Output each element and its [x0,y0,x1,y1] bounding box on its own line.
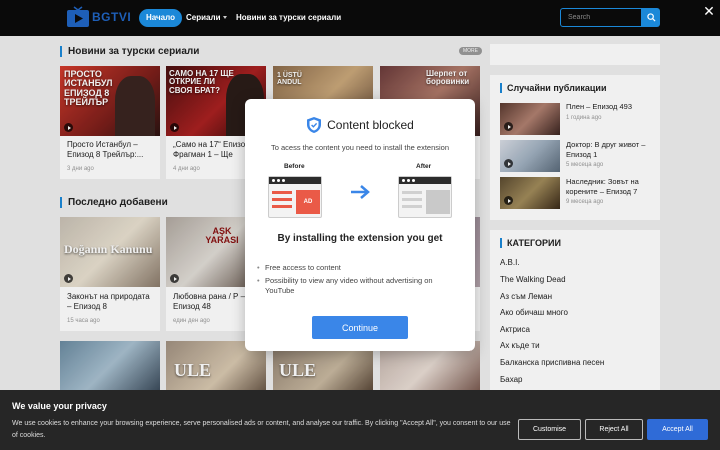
window-dot [282,179,285,182]
ad-block: AD [296,190,320,214]
customise-button[interactable]: Customise [518,419,581,440]
ad-row [272,191,292,194]
modal-header: Content blocked [245,115,475,135]
browser-bar [269,177,321,184]
content-row [402,191,422,194]
after-browser-illustration [398,176,452,218]
window-dot [402,179,405,182]
content-row [402,205,422,208]
content-row [402,198,422,201]
before-browser-illustration: AD [268,176,322,218]
site-logo[interactable]: BGTVI [66,4,131,32]
window-dot [412,179,415,182]
browser-bar [399,177,451,184]
nav-home[interactable]: Начало [139,9,182,27]
nav-news[interactable]: Новини за турски сериали [236,9,341,27]
site-header: BGTVI Начало Сериали Новини за турски се… [0,0,720,36]
search-icon [646,13,656,22]
modal-subtitle: By installing the extension you get [277,233,443,244]
search-input[interactable] [560,8,642,27]
window-dot [407,179,410,182]
search-button[interactable] [642,8,660,27]
after-label: After [416,163,432,170]
chevron-down-icon [223,16,228,20]
window-dot [272,179,275,182]
nav-series[interactable]: Сериали [186,9,228,27]
window-dot [277,179,280,182]
cookie-title: We value your privacy [12,401,107,411]
content-blocked-modal: Content blocked To acess the content you… [245,99,475,351]
ad-row [272,205,292,208]
arrow-right-icon [351,185,370,199]
logo-text: BGTVI [92,10,132,24]
shield-icon [307,117,322,133]
modal-title: Content blocked [327,118,414,132]
continue-button[interactable]: Continue [312,316,408,339]
cookie-text: We use cookies to enhance your browsing … [12,420,511,439]
modal-description: To acess the content you need to install… [270,143,450,152]
benefit-item: Possibility to view any video without ad… [257,276,463,296]
close-icon[interactable]: ✕ [701,3,717,19]
nav-series-label: Сериали [186,13,221,22]
cookie-banner: We value your privacy We use cookies to … [0,390,720,450]
before-label: Before [284,163,305,170]
tv-logo-icon [67,6,89,27]
ad-row [272,198,292,201]
accept-all-button[interactable]: Accept All [647,419,708,440]
content-block [426,190,450,214]
benefit-item: Free access to content [257,263,463,273]
reject-all-button[interactable]: Reject All [585,419,643,440]
